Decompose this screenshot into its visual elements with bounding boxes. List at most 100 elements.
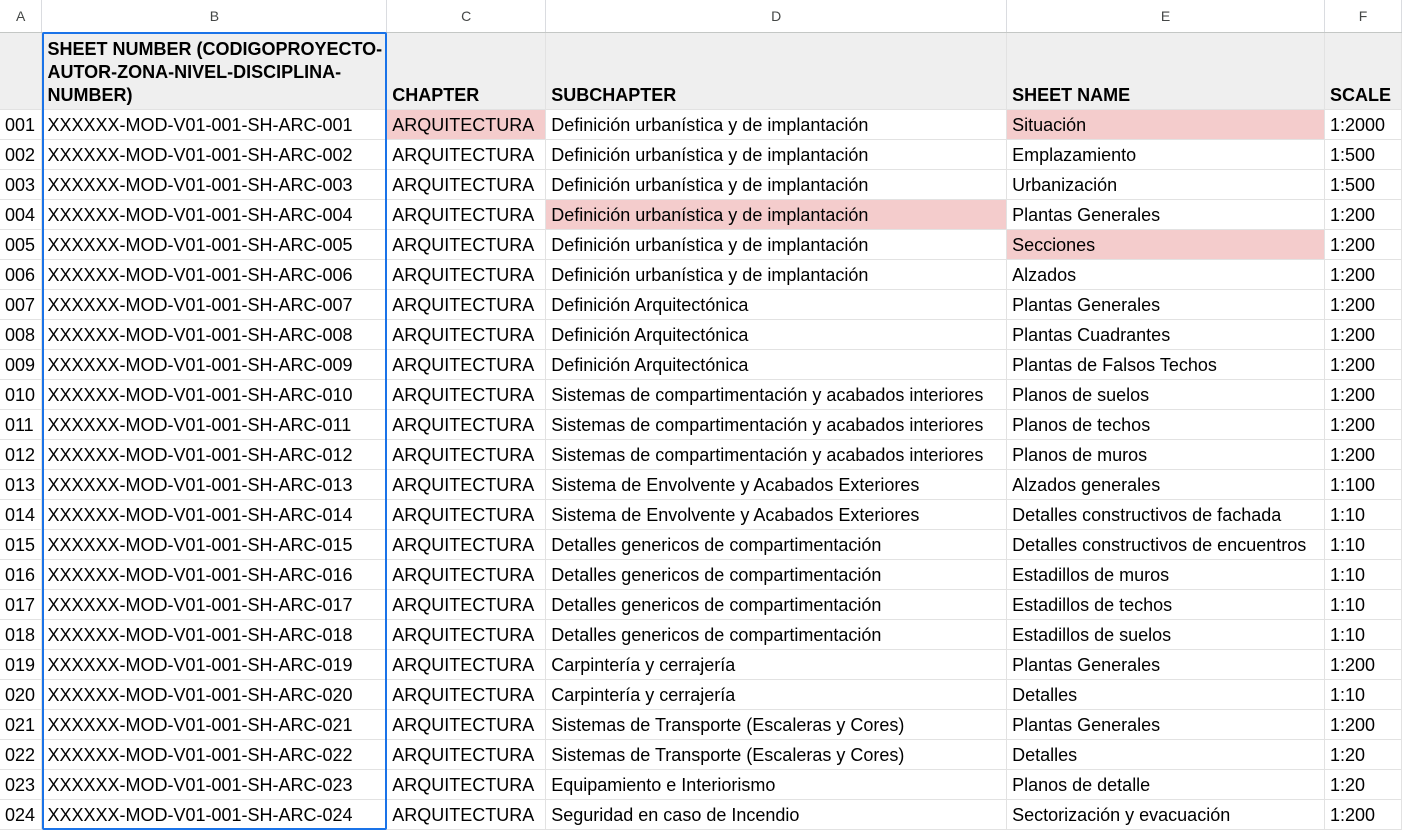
cell-sheet-number[interactable]: XXXXXX-MOD-V01-001-SH-ARC-003 <box>41 169 388 200</box>
cell-chapter[interactable]: ARQUITECTURA <box>386 169 547 200</box>
cell-subchapter[interactable]: Sistemas de compartimentación y acabados… <box>545 409 1008 440</box>
cell-chapter[interactable]: ARQUITECTURA <box>386 139 547 170</box>
cell-scale[interactable]: 1:2000 <box>1324 109 1402 140</box>
header-cell-a[interactable] <box>0 32 43 110</box>
cell-chapter[interactable]: ARQUITECTURA <box>386 799 547 830</box>
cell-sheet-name[interactable]: Plantas Generales <box>1006 289 1325 320</box>
cell-row-number[interactable]: 012 <box>0 439 43 470</box>
cell-chapter[interactable]: ARQUITECTURA <box>386 709 547 740</box>
header-cell-scale[interactable]: SCALE <box>1324 32 1402 110</box>
cell-scale[interactable]: 1:200 <box>1324 379 1402 410</box>
cell-chapter[interactable]: ARQUITECTURA <box>386 409 547 440</box>
cell-sheet-number[interactable]: XXXXXX-MOD-V01-001-SH-ARC-024 <box>41 799 388 830</box>
cell-sheet-number[interactable]: XXXXXX-MOD-V01-001-SH-ARC-020 <box>41 679 388 710</box>
cell-chapter[interactable]: ARQUITECTURA <box>386 229 547 260</box>
cell-sheet-name[interactable]: Sectorización y evacuación <box>1006 799 1325 830</box>
column-header-f[interactable]: F <box>1324 0 1402 33</box>
cell-row-number[interactable]: 013 <box>0 469 43 500</box>
cell-scale[interactable]: 1:10 <box>1324 589 1402 620</box>
cell-subchapter[interactable]: Definición urbanística y de implantación <box>545 229 1008 260</box>
column-header-b[interactable]: B <box>41 0 388 33</box>
column-header-d[interactable]: D <box>545 0 1008 33</box>
cell-sheet-number[interactable]: XXXXXX-MOD-V01-001-SH-ARC-017 <box>41 589 388 620</box>
cell-sheet-number[interactable]: XXXXXX-MOD-V01-001-SH-ARC-011 <box>41 409 388 440</box>
cell-row-number[interactable]: 011 <box>0 409 43 440</box>
cell-subchapter[interactable]: Definición urbanística y de implantación <box>545 109 1008 140</box>
cell-chapter[interactable]: ARQUITECTURA <box>386 199 547 230</box>
cell-sheet-number[interactable]: XXXXXX-MOD-V01-001-SH-ARC-019 <box>41 649 388 680</box>
cell-sheet-name[interactable]: Secciones <box>1006 229 1325 260</box>
cell-sheet-name[interactable]: Detalles <box>1006 739 1325 770</box>
cell-subchapter[interactable]: Definición Arquitectónica <box>545 289 1008 320</box>
cell-chapter[interactable]: ARQUITECTURA <box>386 499 547 530</box>
cell-sheet-name[interactable]: Detalles constructivos de encuentros <box>1006 529 1325 560</box>
cell-sheet-name[interactable]: Plantas de Falsos Techos <box>1006 349 1325 380</box>
cell-sheet-number[interactable]: XXXXXX-MOD-V01-001-SH-ARC-018 <box>41 619 388 650</box>
cell-subchapter[interactable]: Seguridad en caso de Incendio <box>545 799 1008 830</box>
cell-sheet-name[interactable]: Planos de techos <box>1006 409 1325 440</box>
cell-row-number[interactable]: 006 <box>0 259 43 290</box>
cell-scale[interactable]: 1:20 <box>1324 769 1402 800</box>
cell-scale[interactable]: 1:10 <box>1324 619 1402 650</box>
cell-chapter[interactable]: ARQUITECTURA <box>386 619 547 650</box>
cell-row-number[interactable]: 020 <box>0 679 43 710</box>
cell-sheet-number[interactable]: XXXXXX-MOD-V01-001-SH-ARC-014 <box>41 499 388 530</box>
cell-sheet-name[interactable]: Situación <box>1006 109 1325 140</box>
cell-sheet-name[interactable]: Estadillos de techos <box>1006 589 1325 620</box>
cell-scale[interactable]: 1:200 <box>1324 439 1402 470</box>
cell-sheet-name[interactable]: Planos de suelos <box>1006 379 1325 410</box>
cell-subchapter[interactable]: Sistema de Envolvente y Acabados Exterio… <box>545 499 1008 530</box>
cell-subchapter[interactable]: Definición Arquitectónica <box>545 349 1008 380</box>
cell-row-number[interactable]: 017 <box>0 589 43 620</box>
cell-row-number[interactable]: 009 <box>0 349 43 380</box>
cell-subchapter[interactable]: Carpintería y cerrajería <box>545 649 1008 680</box>
cell-sheet-number[interactable]: XXXXXX-MOD-V01-001-SH-ARC-023 <box>41 769 388 800</box>
cell-scale[interactable]: 1:200 <box>1324 649 1402 680</box>
cell-subchapter[interactable]: Sistemas de compartimentación y acabados… <box>545 439 1008 470</box>
cell-sheet-name[interactable]: Planos de detalle <box>1006 769 1325 800</box>
cell-sheet-number[interactable]: XXXXXX-MOD-V01-001-SH-ARC-012 <box>41 439 388 470</box>
cell-subchapter[interactable]: Equipamiento e Interiorismo <box>545 769 1008 800</box>
cell-subchapter[interactable]: Definición urbanística y de implantación <box>545 259 1008 290</box>
cell-subchapter[interactable]: Detalles genericos de compartimentación <box>545 589 1008 620</box>
cell-sheet-name[interactable]: Estadillos de suelos <box>1006 619 1325 650</box>
cell-row-number[interactable]: 024 <box>0 799 43 830</box>
cell-sheet-name[interactable]: Urbanización <box>1006 169 1325 200</box>
cell-sheet-name[interactable]: Plantas Generales <box>1006 199 1325 230</box>
cell-subchapter[interactable]: Definición urbanística y de implantación <box>545 139 1008 170</box>
header-cell-sheet-name[interactable]: SHEET NAME <box>1006 32 1325 110</box>
cell-sheet-number[interactable]: XXXXXX-MOD-V01-001-SH-ARC-002 <box>41 139 388 170</box>
cell-chapter[interactable]: ARQUITECTURA <box>386 649 547 680</box>
cell-sheet-number[interactable]: XXXXXX-MOD-V01-001-SH-ARC-007 <box>41 289 388 320</box>
cell-chapter[interactable]: ARQUITECTURA <box>386 109 547 140</box>
cell-row-number[interactable]: 018 <box>0 619 43 650</box>
cell-sheet-name[interactable]: Plantas Cuadrantes <box>1006 319 1325 350</box>
cell-sheet-number[interactable]: XXXXXX-MOD-V01-001-SH-ARC-016 <box>41 559 388 590</box>
cell-chapter[interactable]: ARQUITECTURA <box>386 589 547 620</box>
cell-sheet-name[interactable]: Detalles <box>1006 679 1325 710</box>
cell-sheet-number[interactable]: XXXXXX-MOD-V01-001-SH-ARC-010 <box>41 379 388 410</box>
cell-scale[interactable]: 1:200 <box>1324 709 1402 740</box>
cell-scale[interactable]: 1:100 <box>1324 469 1402 500</box>
cell-sheet-name[interactable]: Emplazamiento <box>1006 139 1325 170</box>
cell-subchapter[interactable]: Definición Arquitectónica <box>545 319 1008 350</box>
cell-chapter[interactable]: ARQUITECTURA <box>386 739 547 770</box>
cell-sheet-number[interactable]: XXXXXX-MOD-V01-001-SH-ARC-004 <box>41 199 388 230</box>
cell-row-number[interactable]: 002 <box>0 139 43 170</box>
cell-scale[interactable]: 1:200 <box>1324 229 1402 260</box>
column-header-a[interactable]: A <box>0 0 43 33</box>
cell-row-number[interactable]: 023 <box>0 769 43 800</box>
cell-chapter[interactable]: ARQUITECTURA <box>386 439 547 470</box>
cell-subchapter[interactable]: Sistemas de compartimentación y acabados… <box>545 379 1008 410</box>
cell-subchapter[interactable]: Detalles genericos de compartimentación <box>545 619 1008 650</box>
cell-sheet-number[interactable]: XXXXXX-MOD-V01-001-SH-ARC-021 <box>41 709 388 740</box>
cell-sheet-number[interactable]: XXXXXX-MOD-V01-001-SH-ARC-015 <box>41 529 388 560</box>
cell-sheet-name[interactable]: Alzados <box>1006 259 1325 290</box>
cell-row-number[interactable]: 021 <box>0 709 43 740</box>
cell-row-number[interactable]: 010 <box>0 379 43 410</box>
cell-sheet-name[interactable]: Plantas Generales <box>1006 709 1325 740</box>
cell-chapter[interactable]: ARQUITECTURA <box>386 529 547 560</box>
column-header-c[interactable]: C <box>386 0 547 33</box>
cell-scale[interactable]: 1:200 <box>1324 319 1402 350</box>
cell-chapter[interactable]: ARQUITECTURA <box>386 559 547 590</box>
